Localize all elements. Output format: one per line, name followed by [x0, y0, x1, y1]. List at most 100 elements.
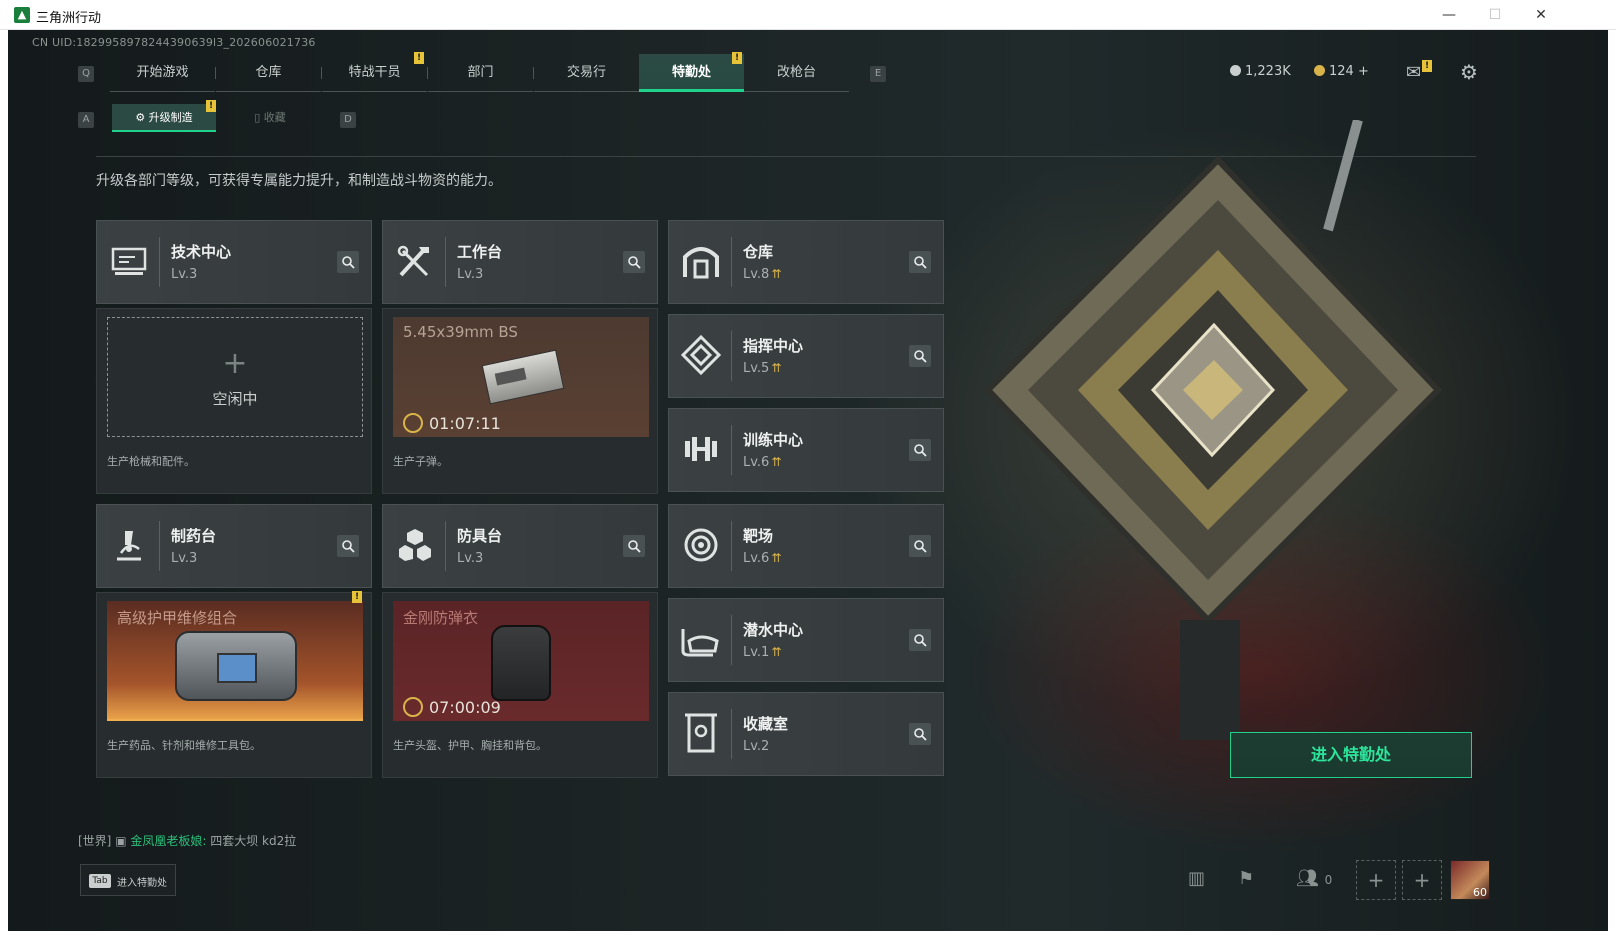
panel-tech-center: + 空闲中 生产枪械和配件。	[96, 308, 372, 494]
panel-note: 生产头盔、护甲、胸挂和背包。	[393, 739, 547, 752]
subtab-collection[interactable]: ▯ 收藏	[218, 104, 322, 132]
nav-next-key[interactable]: E	[870, 66, 886, 82]
timer-icon	[403, 697, 423, 717]
tab-operators[interactable]: 特战干员	[322, 54, 427, 92]
world-chat-message[interactable]: [世界] ▣ 金凤凰老板娘: 四套大坝 kd2拉	[78, 832, 296, 849]
cabinet-icon	[679, 711, 723, 755]
card-title: 防具台	[457, 527, 503, 545]
level-value: Lv.8	[743, 267, 770, 282]
item-name: 金刚防弹衣	[403, 609, 479, 627]
search-icon[interactable]	[909, 251, 931, 273]
avatar[interactable]: 60	[1450, 860, 1490, 900]
friends-count: 0	[1324, 873, 1333, 887]
search-icon[interactable]	[337, 535, 359, 557]
upgrade-arrow-icon: ⇈	[771, 645, 782, 659]
item-name: 5.45x39mm BS	[403, 323, 518, 341]
search-icon[interactable]	[337, 251, 359, 273]
friends-icon[interactable]: 👥︎ 0	[1296, 868, 1332, 889]
add-gold-button[interactable]: +	[1358, 64, 1369, 79]
dumbbell-icon	[679, 427, 723, 471]
add-teammate-slot[interactable]: +	[1356, 860, 1396, 900]
chip-icon	[679, 333, 723, 377]
card-divider	[159, 521, 160, 571]
flag-icon[interactable]: ⚑	[1238, 868, 1254, 889]
timer-icon	[403, 413, 423, 433]
minimize-button[interactable]: —	[1426, 4, 1472, 26]
subtab-upgrade-label: 升级制造	[148, 111, 193, 124]
panel-pharmacy: 高级护甲维修组合 ! 生产药品、针剂和维修工具包。	[96, 591, 372, 778]
tab-special-ops[interactable]: 特勤处	[639, 54, 744, 92]
production-slot-active[interactable]: 5.45x39mm BS 01:07:11	[393, 317, 649, 437]
vest-image	[491, 625, 551, 701]
card-level: Lv.1 ⇈	[743, 645, 781, 660]
enter-special-ops-button[interactable]: 进入特勤处	[1230, 732, 1472, 778]
card-training-center[interactable]: 训练中心 Lv.6 ⇈	[668, 408, 944, 492]
tab-warehouse[interactable]: 仓库	[216, 54, 321, 92]
subtab-collection-label: 收藏	[263, 111, 286, 124]
sub-tabs: A ⚙ 升级制造 ! ▯ 收藏 D	[78, 100, 368, 132]
tab-shortcut-hint[interactable]: Tab 进入特勤处	[80, 864, 176, 896]
card-level: Lv.3	[457, 267, 484, 282]
card-armor-bench[interactable]: 防具台 Lv.3	[382, 504, 658, 588]
mail-icon[interactable]: ✉	[1406, 62, 1421, 83]
card-pharmacy[interactable]: 制药台 Lv.3	[96, 504, 372, 588]
search-icon[interactable]	[623, 535, 645, 557]
warehouse-icon	[679, 239, 723, 283]
maximize-button[interactable]: ☐	[1472, 4, 1518, 26]
card-title: 技术中心	[171, 243, 232, 261]
card-divider	[731, 615, 732, 665]
subtab-prev-key[interactable]: A	[78, 112, 94, 128]
player-uid: CN UID:1829958978244390639l3_20260602173…	[32, 36, 316, 49]
production-slot-idle[interactable]: + 空闲中	[107, 317, 363, 437]
production-slot-active[interactable]: 金刚防弹衣 07:00:09	[393, 601, 649, 721]
card-level: Lv.8 ⇈	[743, 267, 781, 282]
search-icon[interactable]	[909, 345, 931, 367]
card-warehouse[interactable]: 仓库 Lv.8 ⇈	[668, 220, 944, 304]
wrench-icon: ⚙	[135, 111, 149, 124]
search-icon[interactable]	[909, 629, 931, 651]
silver-currency[interactable]: 1,223K	[1230, 64, 1291, 79]
special-ops-cube-art	[983, 120, 1443, 740]
tab-gunsmith[interactable]: 改枪台	[744, 54, 849, 92]
search-icon[interactable]	[909, 439, 931, 461]
game-viewport: CN UID:1829958978244390639l3_20260602173…	[8, 30, 1608, 931]
card-tech-center[interactable]: 技术中心 Lv.3	[96, 220, 372, 304]
card-divider	[731, 331, 732, 381]
tab-start-game[interactable]: 开始游戏	[110, 54, 215, 92]
card-title: 工作台	[457, 243, 503, 261]
gold-currency[interactable]: 124 +	[1314, 64, 1369, 79]
complete-alert-badge: !	[352, 591, 362, 603]
upgrade-arrow-icon: ⇈	[771, 551, 782, 565]
upgrade-alert-badge: !	[206, 100, 216, 112]
card-title: 指挥中心	[743, 337, 804, 355]
page-description: 升级各部门等级，可获得专属能力提升，和制造战斗物资的能力。	[96, 173, 502, 189]
tab-key: Tab	[89, 874, 111, 888]
add-teammate-slot[interactable]: +	[1402, 860, 1442, 900]
card-shooting-range[interactable]: 靶场 Lv.6 ⇈	[668, 504, 944, 588]
card-collection-room[interactable]: 收藏室 Lv.2	[668, 692, 944, 776]
level-value: Lv.6	[743, 455, 770, 470]
window-title: 三角洲行动	[36, 11, 102, 26]
nav-prev-key[interactable]: Q	[78, 66, 94, 82]
search-icon[interactable]	[909, 535, 931, 557]
search-icon[interactable]	[623, 251, 645, 273]
title-bar: ▲ 三角洲行动 — ☐ ✕	[0, 0, 1616, 30]
panel-note: 生产子弹。	[393, 455, 448, 468]
stats-icon[interactable]: ▥	[1188, 868, 1205, 889]
subtab-upgrade-craft[interactable]: ⚙ 升级制造	[112, 104, 216, 132]
close-button[interactable]: ✕	[1518, 4, 1564, 26]
level-value: Lv.5	[743, 361, 770, 376]
tools-icon	[393, 239, 437, 283]
production-slot-complete[interactable]: 高级护甲维修组合	[107, 601, 363, 721]
timer-value: 01:07:11	[429, 414, 501, 433]
gear-icon[interactable]: ⚙	[1460, 60, 1478, 84]
card-command-center[interactable]: 指挥中心 Lv.5 ⇈	[668, 314, 944, 398]
subtab-next-key[interactable]: D	[340, 112, 356, 128]
search-icon[interactable]	[909, 723, 931, 745]
card-workbench[interactable]: 工作台 Lv.3	[382, 220, 658, 304]
card-diving-center[interactable]: 潜水中心 Lv.1 ⇈	[668, 598, 944, 682]
tab-department[interactable]: 部门	[428, 54, 533, 92]
add-icon: +	[222, 346, 248, 381]
tab-trading[interactable]: 交易行	[534, 54, 639, 92]
level-value: Lv.6	[743, 551, 770, 566]
